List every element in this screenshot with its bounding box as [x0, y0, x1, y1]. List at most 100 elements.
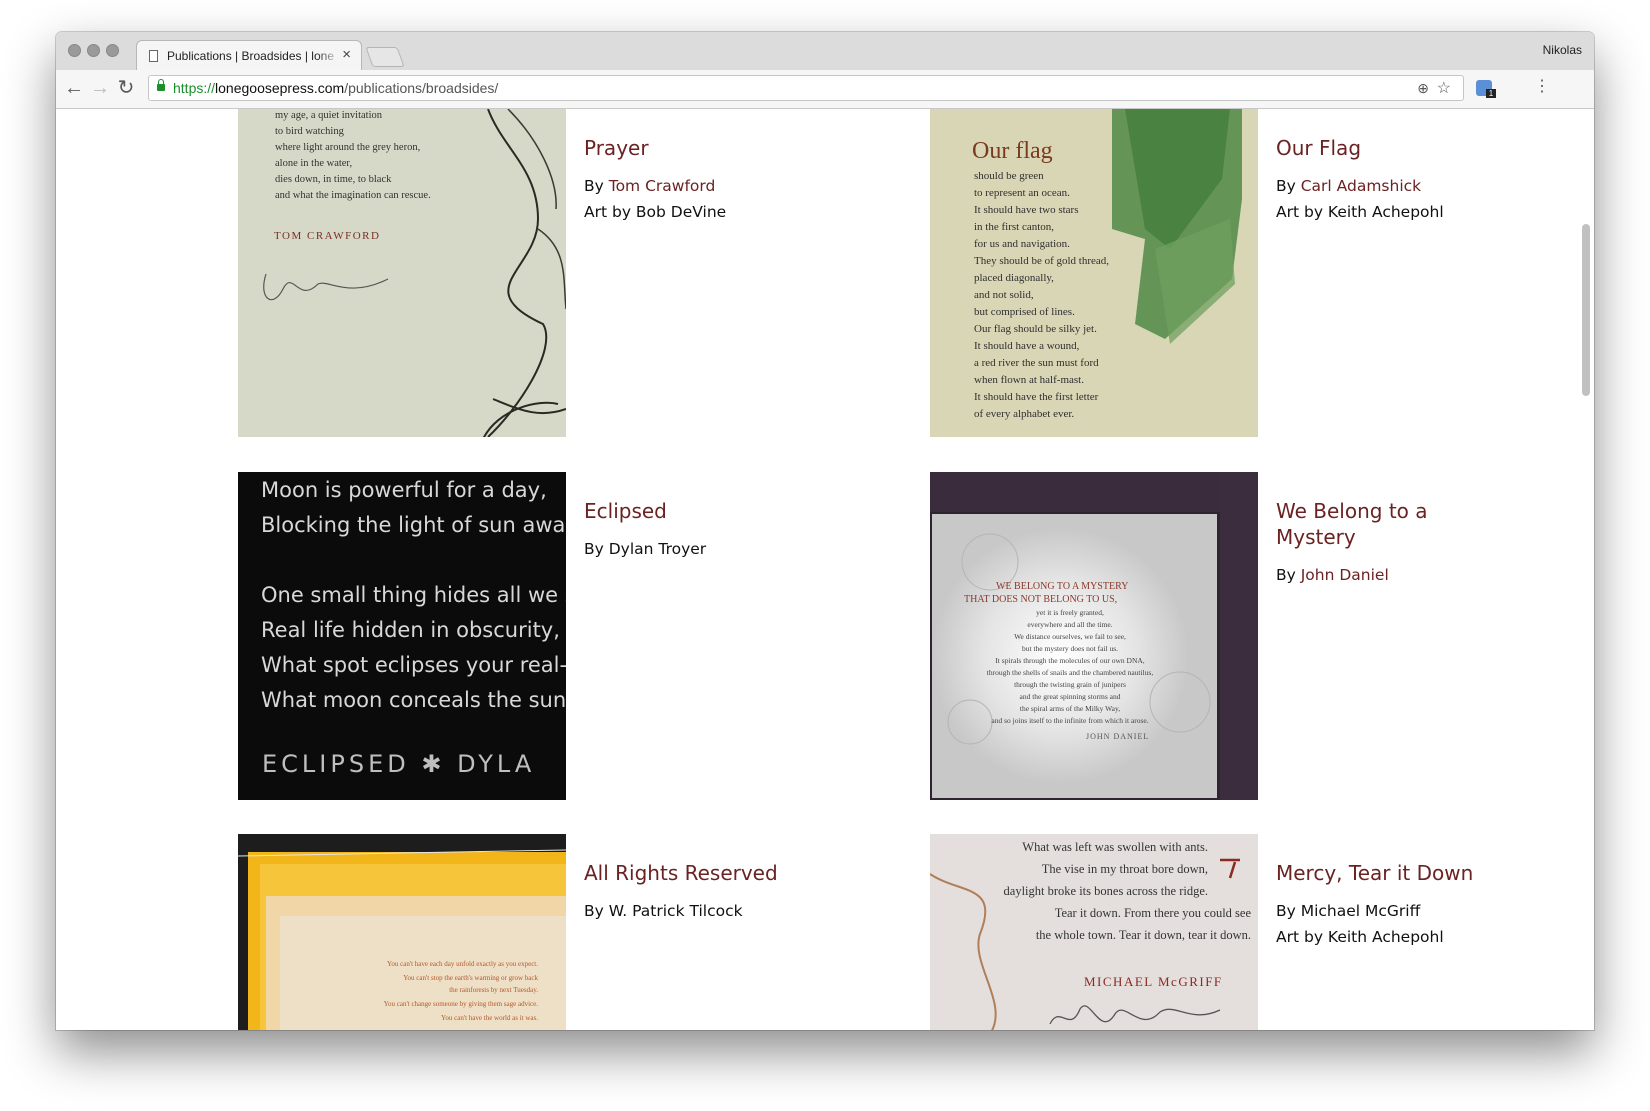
- image-poem-line: a red river the sun must ford: [974, 357, 1099, 369]
- broadside-title[interactable]: We Belong to a Mystery: [1276, 498, 1490, 550]
- broadside-card: WE BELONG TO A MYSTERY THAT DOES NOT BEL…: [930, 472, 1490, 802]
- broadside-card: What was left was swollen with ants. The…: [930, 834, 1490, 1030]
- image-poem-line: We distance ourselves, we fail to see,: [1014, 632, 1126, 641]
- image-poem-line: Moon is powerful for a day,: [261, 478, 547, 502]
- image-poem-line: It should have the first letter: [974, 391, 1099, 403]
- image-signature: JOHN DANIEL: [1086, 732, 1149, 741]
- kebab-menu-icon[interactable]: ⋮: [1534, 76, 1550, 96]
- image-poem-line: What moon conceals the sun: [261, 688, 566, 712]
- page-content: my age, a quiet invitation to bird watch…: [56, 109, 1594, 1030]
- broadside-info: Our Flag By Carl Adamshick Art by Keith …: [1276, 135, 1490, 225]
- extension-badge: 1: [1486, 89, 1496, 98]
- broadside-image[interactable]: Moon is powerful for a day, Blocking the…: [238, 472, 566, 800]
- image-poem-line: the rainforests by next Tuesday.: [449, 986, 538, 994]
- image-signature: MICHAEL McGRIFF: [1084, 974, 1223, 989]
- image-poem-line: Blocking the light of sun away: [261, 513, 566, 537]
- author-line: By Tom Crawford: [584, 173, 798, 199]
- art-prefix: Art by: [1276, 203, 1328, 221]
- broadside-card: Our flag should be green to represent an…: [930, 109, 1490, 439]
- artist-name: Bob DeVine: [635, 203, 727, 221]
- zoom-window-button[interactable]: [106, 44, 119, 57]
- author-line: By Michael McGriff: [1276, 898, 1490, 924]
- browser-tab[interactable]: Publications | Broadsides | lone ×: [136, 40, 362, 70]
- by-prefix: By: [584, 902, 609, 920]
- image-poem-line: alone in the water,: [275, 158, 352, 169]
- image-poem-line: They should be of gold thread,: [974, 255, 1109, 267]
- broadside-image[interactable]: What was left was swollen with ants. The…: [930, 834, 1258, 1030]
- star-icon[interactable]: ☆: [1437, 78, 1451, 98]
- broadside-title[interactable]: Mercy, Tear it Down: [1276, 860, 1490, 886]
- close-window-button[interactable]: [68, 44, 81, 57]
- image-poem-line: You can't change someone by giving them …: [384, 1000, 539, 1008]
- by-prefix: By: [584, 540, 609, 558]
- image-footer: ECLIPSED ✱ DYLA: [262, 750, 535, 778]
- image-poem-line: You can't have the world as it was.: [441, 1014, 538, 1022]
- broadside-title[interactable]: Eclipsed: [584, 498, 798, 524]
- page-icon: [149, 50, 158, 62]
- image-poem-line: and the great spinning storms and: [1019, 692, 1120, 701]
- forward-arrow-icon[interactable]: →: [88, 76, 112, 100]
- image-poem-line: but comprised of lines.: [974, 306, 1075, 318]
- image-heading: THAT DOES NOT BELONG TO US,: [964, 594, 1117, 605]
- image-poem-line: It spirals through the molecules of our …: [995, 656, 1144, 665]
- broadside-title[interactable]: All Rights Reserved: [584, 860, 798, 886]
- author-link[interactable]: John Daniel: [1301, 566, 1389, 584]
- broadside-card: Moon is powerful for a day, Blocking the…: [238, 472, 798, 802]
- image-poem-line: when flown at half-mast.: [974, 374, 1084, 386]
- profile-name[interactable]: Nikolas: [1543, 43, 1582, 57]
- image-poem-line: should be green: [974, 170, 1044, 182]
- broadside-info: Eclipsed By Dylan Troyer: [584, 498, 798, 562]
- lock-icon: [157, 79, 165, 91]
- back-arrow-icon[interactable]: ←: [62, 76, 86, 100]
- art-prefix: Art by: [584, 203, 636, 221]
- image-poem-line: Tear it down. From there you could see: [1055, 906, 1252, 920]
- broadside-info: Mercy, Tear it Down By Michael McGriff A…: [1276, 860, 1490, 950]
- scrollbar[interactable]: [1580, 109, 1592, 1030]
- minimize-window-button[interactable]: [87, 44, 100, 57]
- image-poem-line: You can't have each day unfold exactly a…: [387, 960, 538, 968]
- new-tab-button[interactable]: [365, 47, 405, 67]
- by-prefix: By: [1276, 177, 1301, 195]
- broadside-image[interactable]: my age, a quiet invitation to bird watch…: [238, 109, 566, 437]
- url-path: /publications/broadsides/: [344, 80, 499, 96]
- address-bar[interactable]: https://lonegoosepress.com/publications/…: [148, 75, 1464, 101]
- image-poem-line: to bird watching: [275, 126, 345, 137]
- broadside-image[interactable]: You can't have each day unfold exactly a…: [238, 834, 566, 1030]
- scrollbar-thumb[interactable]: [1582, 224, 1590, 396]
- broadside-info: All Rights Reserved By W. Patrick Tilcoc…: [584, 860, 798, 924]
- title-bar: Publications | Broadsides | lone × Nikol…: [56, 32, 1594, 71]
- broadside-card: my age, a quiet invitation to bird watch…: [238, 109, 798, 439]
- url-host: lonegoosepress.com: [215, 80, 345, 96]
- url-scheme: https://: [173, 80, 216, 96]
- image-poem-line: One small thing hides all we s: [261, 583, 566, 607]
- broadside-image[interactable]: WE BELONG TO A MYSTERY THAT DOES NOT BEL…: [930, 472, 1258, 800]
- image-poem-line: and what the imagination can rescue.: [275, 190, 431, 201]
- image-poem-line: What was left was swollen with ants.: [1022, 840, 1208, 854]
- author-name: Dylan Troyer: [608, 540, 707, 558]
- reload-icon[interactable]: ↻: [114, 76, 138, 100]
- broadside-title[interactable]: Prayer: [584, 135, 798, 161]
- author-link[interactable]: Carl Adamshick: [1301, 177, 1421, 195]
- artist-name: Keith Achepohl: [1327, 928, 1444, 946]
- tab-close-icon[interactable]: ×: [342, 46, 351, 64]
- image-poem-line: Our flag should be silky jet.: [974, 323, 1097, 335]
- image-poem-line: You can't stop the earth's warming or gr…: [403, 974, 538, 982]
- image-poem-line: placed diagonally,: [974, 272, 1054, 284]
- author-link[interactable]: Tom Crawford: [609, 177, 716, 195]
- image-poem-line: and not solid,: [974, 289, 1034, 301]
- image-poem-line: but the mystery does not fail us.: [1022, 644, 1118, 653]
- image-poem-line: and so joins itself to the infinite from…: [991, 716, 1148, 725]
- author-line: By W. Patrick Tilcock: [584, 898, 798, 924]
- broadside-card: You can't have each day unfold exactly a…: [238, 834, 798, 1030]
- art-prefix: Art by: [1276, 928, 1328, 946]
- url-text[interactable]: https://lonegoosepress.com/publications/…: [173, 80, 498, 96]
- artist-name: Keith Achepohl: [1327, 203, 1444, 221]
- image-poem-line: yet it is freely granted,: [1036, 608, 1104, 617]
- author-line: By Dylan Troyer: [584, 536, 798, 562]
- broadside-image[interactable]: Our flag should be green to represent an…: [930, 109, 1258, 437]
- magnifier-icon[interactable]: ⊕: [1417, 80, 1429, 97]
- artist-line: Art by Keith Achepohl: [1276, 924, 1490, 950]
- image-poem-line: dies down, in time, to black: [275, 174, 392, 185]
- by-prefix: By: [584, 177, 609, 195]
- broadside-title[interactable]: Our Flag: [1276, 135, 1490, 161]
